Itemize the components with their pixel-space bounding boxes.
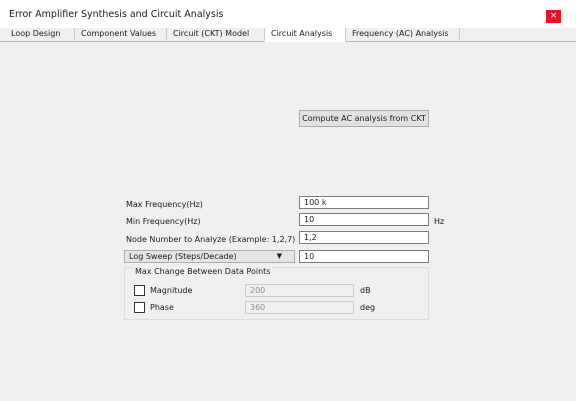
chevron-down-icon: ▼ — [276, 252, 282, 260]
max-frequency-input[interactable]: 100 k — [299, 196, 429, 209]
max-change-title: Max Change Between Data Points — [133, 267, 273, 276]
magnitude-label: Magnitude — [150, 286, 193, 295]
tab-circuit-model[interactable]: Circuit (CKT) Model — [167, 28, 265, 40]
close-button[interactable]: × — [546, 10, 561, 23]
analysis-window: Error Amplifier Synthesis and Circuit An… — [0, 0, 576, 401]
min-frequency-unit: Hz — [434, 217, 445, 226]
title-bar: Error Amplifier Synthesis and Circuit An… — [0, 0, 576, 28]
sweep-type-value: Log Sweep (Steps/Decade) — [129, 252, 237, 261]
node-number-label: Node Number to Analyze (Example: 1,2,7) — [126, 235, 296, 244]
sweep-steps-input[interactable]: 10 — [299, 250, 429, 263]
window-title: Error Amplifier Synthesis and Circuit An… — [9, 9, 224, 20]
node-number-input[interactable]: 1,2 — [299, 231, 429, 244]
phase-unit: deg — [360, 303, 376, 312]
sweep-type-dropdown[interactable]: Log Sweep (Steps/Decade) ▼ — [124, 250, 295, 263]
min-frequency-input[interactable]: 10 — [299, 213, 429, 226]
max-frequency-label: Max Frequency(Hz) — [126, 200, 203, 209]
tab-loop-design[interactable]: Loop Design — [5, 28, 75, 40]
tab-frequency-analysis[interactable]: Frequency (AC) Analysis — [346, 28, 460, 40]
magnitude-input[interactable]: 200 — [245, 284, 354, 297]
compute-ac-analysis-button[interactable]: Compute AC analysis from CKT — [299, 110, 429, 127]
min-frequency-label: Min Frequency(Hz) — [126, 217, 201, 226]
tab-bar: Loop Design Component Values Circuit (CK… — [0, 28, 576, 42]
tab-circuit-analysis[interactable]: Circuit Analysis — [265, 28, 346, 42]
magnitude-unit: dB — [360, 286, 371, 295]
phase-label: Phase — [150, 303, 174, 312]
magnitude-checkbox[interactable] — [134, 285, 145, 296]
phase-checkbox[interactable] — [134, 302, 145, 313]
phase-input[interactable]: 360 — [245, 301, 354, 314]
tab-component-values[interactable]: Component Values — [75, 28, 167, 40]
